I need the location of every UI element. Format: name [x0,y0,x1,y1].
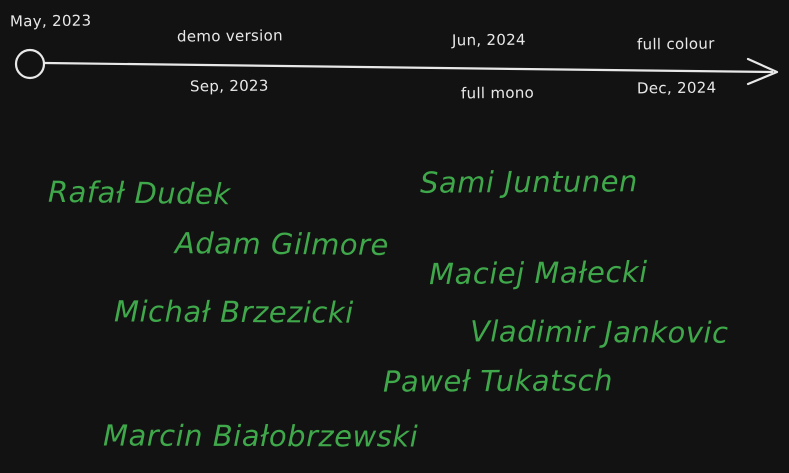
person-name: Adam Gilmore [174,226,389,262]
person-name: Maciej Małecki [428,254,648,292]
diagram-canvas: May, 2023 demo version Sep, 2023 Jun, 20… [0,0,789,473]
milestone-date-dec-2024: Dec, 2024 [636,78,717,98]
timeline-line [43,61,774,74]
person-name: Sami Juntunen [419,164,638,200]
milestone-label-full-mono: full mono [460,83,535,103]
milestone-date-may-2023: May, 2023 [9,11,92,31]
timeline-graphic [14,48,779,86]
person-name: Michał Brzezicki [113,294,354,330]
person-name: Marcin Białobrzewski [102,418,419,454]
milestone-date-jun-2024: Jun, 2024 [451,30,526,50]
milestone-label-demo-version: demo version [176,26,283,46]
timeline-start-circle [14,48,46,80]
person-name: Paweł Tukatsch [382,363,614,399]
milestone-label-full-colour: full colour [636,34,715,54]
person-name: Vladimir Jankovic [469,314,729,350]
milestone-date-sep-2023: Sep, 2023 [189,76,269,96]
person-name: Rafał Dudek [47,174,231,212]
